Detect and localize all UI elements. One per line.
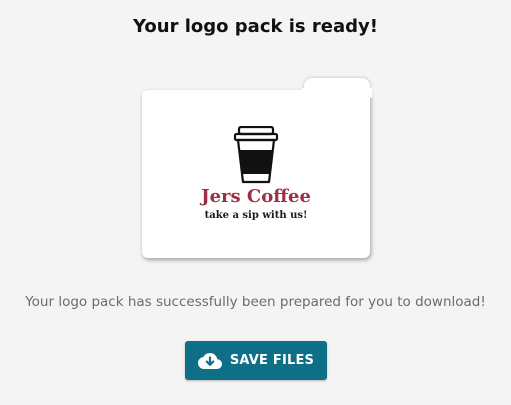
success-message: Your logo pack has successfully been pre…	[25, 294, 486, 310]
page-title: Your logo pack is ready!	[133, 16, 378, 37]
cloud-download-icon	[197, 352, 222, 369]
coffee-cup-icon	[233, 126, 279, 184]
brand-tagline: take a sip with us!	[204, 210, 308, 221]
logo-pack-ready-page: Your logo pack is ready! Jers Coffee tak…	[0, 0, 511, 405]
save-files-label: SAVE FILES	[229, 353, 315, 368]
save-files-button[interactable]: SAVE FILES	[185, 341, 327, 380]
brand-name: Jers Coffee	[201, 186, 311, 207]
